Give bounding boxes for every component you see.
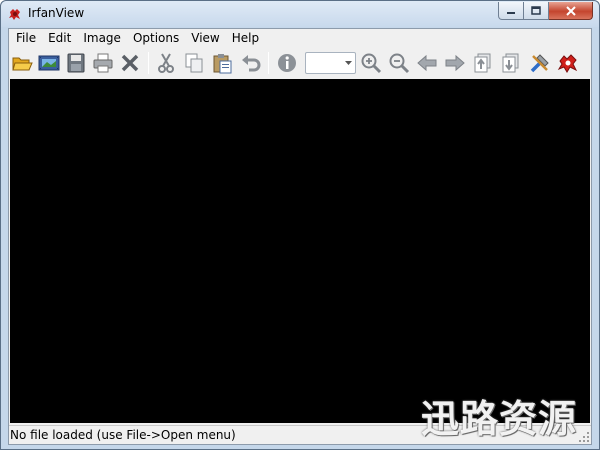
- cut-icon: [158, 53, 174, 73]
- next-icon: [445, 54, 465, 72]
- previous-button[interactable]: [415, 51, 439, 75]
- menu-help[interactable]: Help: [226, 30, 265, 47]
- irfanview-window: IrfanView File Edit Image Options View H…: [0, 0, 600, 450]
- settings-button[interactable]: [528, 51, 552, 75]
- copy-button[interactable]: [182, 51, 206, 75]
- zoom-combobox[interactable]: [305, 52, 356, 74]
- settings-icon: [530, 54, 549, 73]
- copy-icon: [185, 53, 203, 73]
- print-icon: [93, 53, 113, 73]
- close-icon: [565, 5, 576, 16]
- image-viewer-area[interactable]: [10, 79, 590, 423]
- slideshow-icon: [38, 55, 60, 71]
- close-button[interactable]: [549, 2, 593, 20]
- menu-view[interactable]: View: [185, 30, 225, 47]
- paste-icon: [213, 54, 232, 74]
- slideshow-button[interactable]: [37, 51, 61, 75]
- menu-options[interactable]: Options: [127, 30, 185, 47]
- resize-grip-icon[interactable]: [578, 431, 590, 443]
- save-icon: [67, 53, 85, 73]
- toolbar-separator: [148, 52, 149, 74]
- open-folder-icon: [12, 57, 33, 71]
- print-button[interactable]: [91, 51, 115, 75]
- menu-image[interactable]: Image: [77, 30, 127, 47]
- open-button[interactable]: [10, 51, 34, 75]
- zoom-in-icon: [361, 53, 382, 74]
- last-page-button[interactable]: [499, 51, 523, 75]
- save-button[interactable]: [64, 51, 88, 75]
- first-page-icon: [474, 53, 491, 73]
- cut-button[interactable]: [154, 51, 178, 75]
- menu-bar: File Edit Image Options View Help: [9, 29, 591, 48]
- minimize-button[interactable]: [498, 2, 524, 20]
- toolbar-separator: [268, 52, 269, 74]
- app-icon: [9, 9, 20, 20]
- menu-file[interactable]: File: [10, 30, 42, 47]
- paste-button[interactable]: [210, 51, 234, 75]
- last-page-icon: [502, 53, 519, 73]
- menu-edit[interactable]: Edit: [42, 30, 77, 47]
- caption-buttons: [498, 2, 593, 20]
- minimize-icon: [507, 11, 515, 14]
- chevron-down-icon[interactable]: [341, 53, 355, 73]
- zoom-out-button[interactable]: [387, 51, 411, 75]
- toolbar: [9, 48, 591, 78]
- delete-button[interactable]: [118, 51, 142, 75]
- zoom-out-icon: [389, 53, 410, 74]
- about-button[interactable]: [556, 51, 580, 75]
- maximize-icon: [531, 6, 541, 15]
- maximize-button[interactable]: [524, 2, 549, 20]
- status-bar: No file loaded (use File->Open menu): [9, 425, 591, 444]
- title-bar[interactable]: IrfanView: [1, 1, 599, 27]
- info-button[interactable]: [275, 51, 299, 75]
- zoom-in-button[interactable]: [359, 51, 383, 75]
- irfanview-icon: [557, 54, 578, 73]
- delete-icon: [121, 54, 139, 72]
- info-icon: [278, 54, 296, 72]
- previous-icon: [417, 54, 437, 72]
- first-page-button[interactable]: [471, 51, 495, 75]
- client-area: File Edit Image Options View Help No fil…: [8, 28, 592, 445]
- status-text: No file loaded (use File->Open menu): [10, 428, 236, 442]
- next-button[interactable]: [443, 51, 467, 75]
- undo-button[interactable]: [239, 51, 263, 75]
- window-title: IrfanView: [28, 6, 85, 20]
- undo-icon: [242, 55, 261, 72]
